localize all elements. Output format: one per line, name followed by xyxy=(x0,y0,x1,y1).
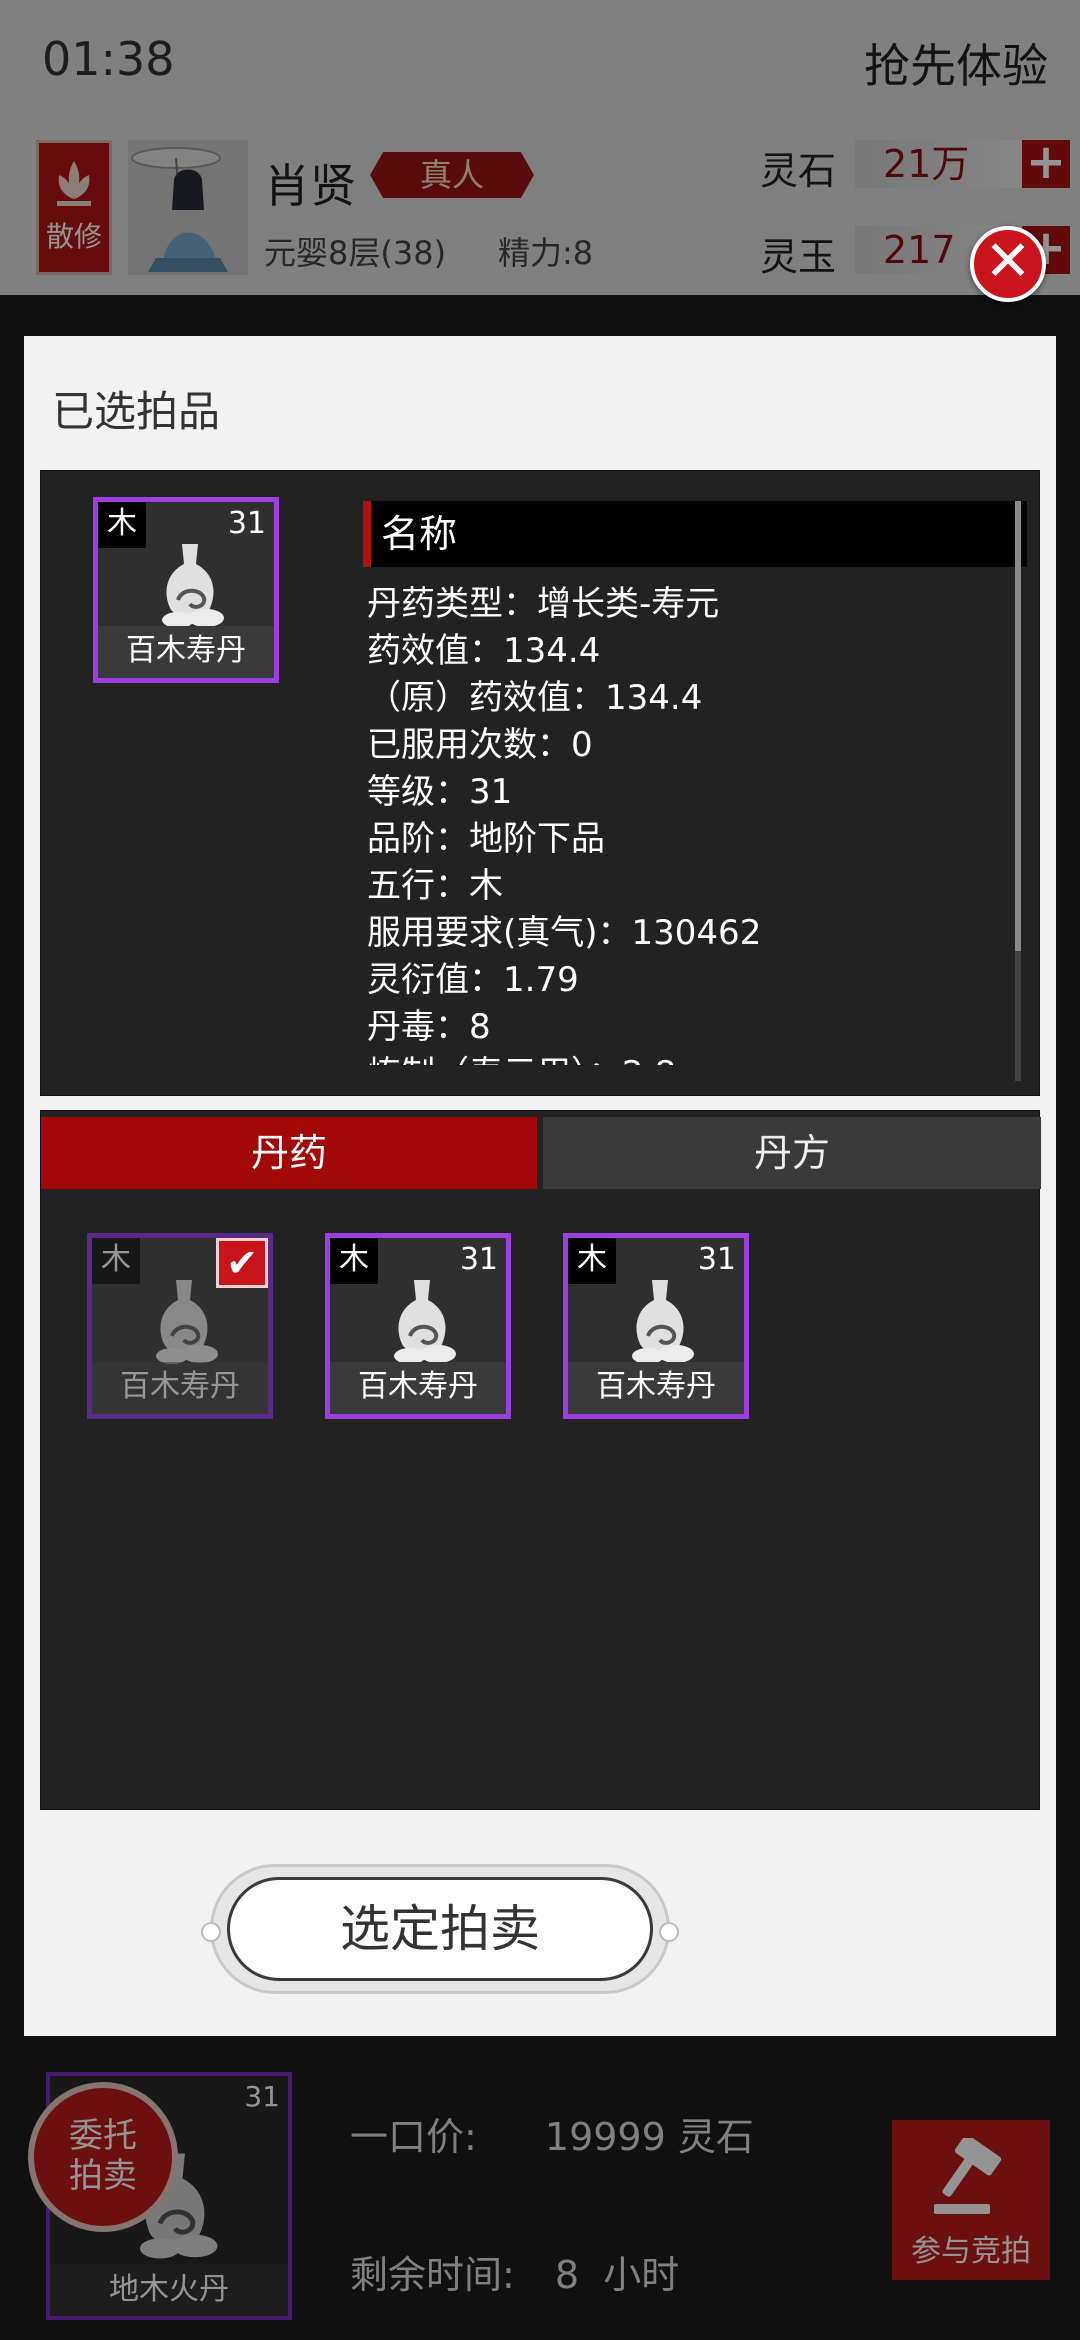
attr-potency: 药效值：134.4 xyxy=(367,631,601,671)
item-level: 31 xyxy=(459,1242,498,1277)
close-icon[interactable]: ✕ xyxy=(970,226,1046,302)
attr-times-used: 已服用次数：0 xyxy=(367,725,593,765)
tab-recipes[interactable]: 丹方 xyxy=(543,1117,1041,1189)
inventory-item-card[interactable]: 木 百木寿丹 ✔ xyxy=(87,1233,273,1419)
elixir-bottle-icon xyxy=(162,544,224,628)
item-name: 百木寿丹 xyxy=(92,1362,268,1414)
attr-spirit-value: 灵衍值：1.79 xyxy=(367,960,579,1000)
detail-name-header: 名称 xyxy=(363,501,1027,567)
item-attribute-list[interactable]: 丹药类型：增长类-寿元 药效值：134.4 （原）药效值：134.4 已服用次数… xyxy=(367,581,1007,1065)
attr-original-potency: （原）药效值：134.4 xyxy=(367,678,703,718)
inventory-item-card[interactable]: 木 31 百木寿丹 xyxy=(563,1233,749,1419)
attr-element: 五行：木 xyxy=(367,866,503,906)
element-badge: 木 xyxy=(330,1238,378,1284)
tab-pills[interactable]: 丹药 xyxy=(41,1117,537,1189)
item-selection-panel: 丹药 丹方 木 百木寿丹 ✔ 木 31 百木寿丹 木 31 百木寿丹 xyxy=(40,1110,1041,1810)
item-name: 百木寿丹 xyxy=(568,1362,744,1414)
element-badge: 木 xyxy=(98,502,146,548)
attr-refine: 炼制（寿元用）：2.8 xyxy=(367,1051,1007,1065)
elixir-bottle-icon xyxy=(394,1280,456,1364)
selected-item-card: 木 31 百木寿丹 xyxy=(93,497,279,683)
elixir-bottle-icon xyxy=(632,1280,694,1364)
button-ornament xyxy=(659,1922,679,1942)
item-level: 31 xyxy=(227,506,266,541)
element-badge: 木 xyxy=(568,1238,616,1284)
item-name: 百木寿丹 xyxy=(98,626,274,678)
item-detail-panel: 木 31 百木寿丹 名称 丹药类型：增长类-寿元 药效值：134.4 （原）药效… xyxy=(40,470,1040,1096)
detail-scrollbar[interactable] xyxy=(1015,501,1021,1081)
checkmark-icon: ✔ xyxy=(216,1238,268,1288)
element-badge: 木 xyxy=(92,1238,140,1284)
elixir-bottle-icon xyxy=(156,1280,218,1364)
detail-scrollbar-thumb[interactable] xyxy=(1015,501,1021,951)
attr-requirement: 服用要求(真气)：130462 xyxy=(367,913,762,953)
selected-auction-item-dialog: 已选拍品 木 31 百木寿丹 名称 丹药类型：增长类-寿元 药效值：134.4 … xyxy=(24,336,1056,2036)
attr-grade: 品阶：地阶下品 xyxy=(367,819,605,859)
item-level: 31 xyxy=(697,1242,736,1277)
confirm-auction-button[interactable]: 选定拍卖 xyxy=(201,1864,679,1994)
attr-toxicity: 丹毒：8 xyxy=(367,1007,491,1047)
inventory-item-card[interactable]: 木 31 百木寿丹 xyxy=(325,1233,511,1419)
attr-pill-type: 丹药类型：增长类-寿元 xyxy=(367,584,720,624)
confirm-auction-label: 选定拍卖 xyxy=(227,1877,653,1981)
button-ornament xyxy=(201,1922,221,1942)
attr-level: 等级：31 xyxy=(367,772,513,812)
dialog-title: 已选拍品 xyxy=(52,387,221,436)
item-name: 百木寿丹 xyxy=(330,1362,506,1414)
